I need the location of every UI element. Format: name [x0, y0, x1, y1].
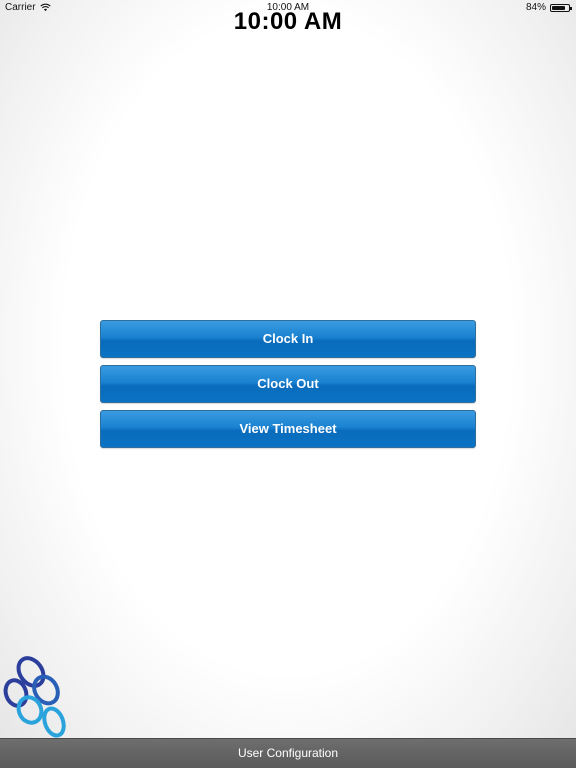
company-logo-icon: [3, 656, 66, 738]
clock-out-button[interactable]: Clock Out: [100, 365, 476, 403]
action-buttons: Clock In Clock Out View Timesheet: [100, 320, 476, 455]
clock-in-button[interactable]: Clock In: [100, 320, 476, 358]
current-time-display: 10:00 AM: [233, 8, 343, 35]
user-configuration-button[interactable]: User Configuration: [0, 738, 576, 768]
view-timesheet-button[interactable]: View Timesheet: [100, 410, 476, 448]
